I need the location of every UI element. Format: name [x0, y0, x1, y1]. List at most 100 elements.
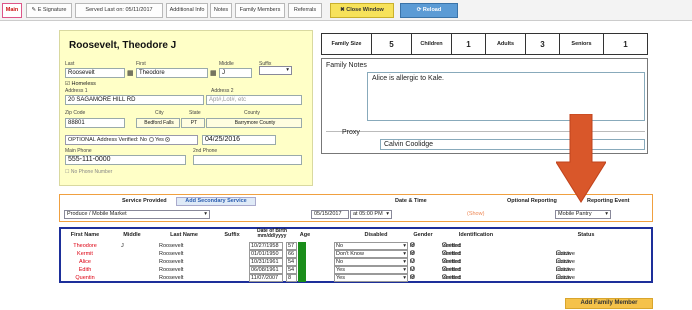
member-first-name[interactable]: Kermit [65, 250, 105, 258]
col-age: Age [299, 232, 311, 238]
member-disabled-select[interactable]: Yes ▾ [334, 266, 408, 274]
col-disabled: Disabled [364, 232, 388, 238]
member-age: 54 [286, 258, 297, 266]
col-suffix: Suffix [224, 232, 240, 238]
disabled-value: Yes [336, 275, 345, 281]
chevron-down-icon: ▾ [403, 267, 406, 273]
member-dob-input[interactable]: 10/31/1961 [249, 258, 283, 266]
middle-name-input[interactable]: J [219, 68, 252, 78]
tab-notes[interactable]: Notes [210, 3, 232, 18]
reload-button[interactable]: ⟳ Reload [400, 3, 458, 18]
col-dob: Date of Birth mm/dd/yyyy [257, 228, 287, 239]
homeless-checkbox[interactable]: ☑ Homeless [65, 81, 96, 87]
disabled-value: Don't Know [336, 251, 364, 257]
id-verified-label: Verified [442, 267, 461, 273]
status-inactive-label: Inactive [556, 259, 575, 265]
state-label: State [189, 110, 201, 116]
city-value: Bedford Falls [136, 118, 180, 128]
status-inactive-label: Inactive [556, 251, 575, 257]
age-indicator [298, 242, 306, 250]
disabled-value: No [336, 243, 344, 249]
seniors-value: 1 [623, 39, 628, 49]
table-row: TheodoreJRoosevelt10/27/195857No▾F MNeed… [61, 242, 651, 250]
add-family-member-button[interactable]: Add Family Member [565, 298, 653, 309]
member-dob-input[interactable]: 11/07/2007 [249, 274, 283, 282]
col-gender: Gender [413, 232, 433, 238]
member-last-name: Roosevelt [159, 275, 184, 281]
member-dob-input[interactable]: 06/08/1961 [249, 266, 283, 274]
service-provided-header: Service Provided [122, 198, 167, 204]
tab-esignature[interactable]: ✎ E Signature [26, 3, 72, 18]
tab-additional-info[interactable]: Additional Info [166, 3, 208, 18]
client-name: Roosevelt, Theodore J [69, 40, 177, 51]
id-card-icon-2[interactable]: ▦ [210, 69, 217, 77]
id-card-icon[interactable]: ▦ [127, 69, 134, 77]
address1-label: Address 1 [65, 88, 88, 94]
member-first-name[interactable]: Alice [65, 258, 105, 266]
reporting-event-select[interactable]: Mobile Pantry ▾ [555, 210, 611, 219]
member-first-name[interactable]: Edith [65, 266, 105, 274]
status-inactive-label: Inactive [556, 267, 575, 273]
tab-referrals[interactable]: Referrals [288, 3, 322, 18]
phone2-input[interactable] [193, 155, 302, 165]
member-disabled-select[interactable]: No ▾ [334, 258, 408, 266]
member-age: 54 [286, 266, 297, 274]
id-verified-label: Verified [442, 275, 461, 281]
verified-yes-radio[interactable] [165, 137, 171, 143]
date-time-header: Date & Time [395, 198, 427, 204]
red-arrow-annotation [556, 114, 606, 203]
arrow-shape [556, 114, 606, 203]
member-dob-input[interactable]: 01/01/1950 [249, 250, 283, 258]
member-first-name[interactable]: Theodore [65, 242, 105, 250]
family-members-table: First Name Middle Last Name Suffix Date … [59, 227, 653, 283]
family-size-bar: Family Size 5 Children 1 Adults 3 Senior… [321, 33, 648, 55]
state-value: PT [181, 118, 205, 128]
verified-no-radio[interactable] [148, 137, 154, 143]
middle-label: Middle [219, 61, 234, 67]
children-label: Children [412, 34, 452, 54]
first-name-input[interactable]: Theodore [136, 68, 208, 78]
service-select[interactable]: Produce / Mobile Market ▾ [64, 210, 210, 219]
member-disabled-select[interactable]: Don't Know ▾ [334, 250, 408, 258]
table-row: QuentinRoosevelt11/07/20078Yes▾F MNeeded… [61, 274, 651, 282]
verified-date-input[interactable]: 04/25/2016 [202, 135, 276, 145]
member-dob-input[interactable]: 10/27/1958 [249, 242, 283, 250]
member-disabled-select[interactable]: Yes ▾ [334, 274, 408, 282]
tab-family-members[interactable]: Family Members [235, 3, 285, 18]
chevron-down-icon: ▾ [403, 251, 406, 257]
add-secondary-service-button[interactable]: Add Secondary Service [176, 197, 256, 206]
tab-bar: Main ✎ E Signature Served Last on: 05/11… [0, 0, 692, 21]
member-first-name[interactable]: Quentin [65, 274, 105, 282]
address-verified-group: OPTIONAL Address Verified: No Yes [65, 135, 198, 145]
service-time-select[interactable]: at 05:00 PM ▾ [350, 210, 392, 219]
close-window-button[interactable]: ✖ Close Window [330, 3, 394, 18]
id-verified-label: Verified [442, 251, 461, 257]
age-indicator [298, 250, 306, 258]
tab-served-last[interactable]: Served Last on: 05/11/2017 [75, 3, 163, 18]
last-name-input[interactable]: Roosevelt [65, 68, 125, 78]
show-optional-link[interactable]: (Show) [467, 211, 484, 217]
last-label: Last [65, 61, 75, 67]
age-indicator [298, 274, 306, 282]
status-inactive-label: Inactive [556, 275, 575, 281]
chevron-down-icon: ▾ [403, 259, 406, 265]
tab-main[interactable]: Main [2, 3, 22, 18]
member-disabled-select[interactable]: No ▾ [334, 242, 408, 250]
chevron-down-icon: ▾ [403, 243, 406, 249]
gender-m-label: M [410, 243, 415, 249]
disabled-value: No [336, 259, 344, 265]
first-label: First [136, 61, 146, 67]
client-panel: Roosevelt, Theodore J Last First Middle … [59, 30, 313, 186]
no-phone-checkbox[interactable]: ☐ No Phone Number [65, 169, 112, 175]
service-date-input[interactable]: 05/15/2017 [311, 210, 349, 219]
zip-input[interactable]: 88801 [65, 118, 125, 128]
suffix-select[interactable]: ▾ [259, 66, 292, 75]
id-verified-label: Verified [442, 259, 461, 265]
main-phone-input[interactable]: 555-111-0000 [65, 155, 186, 165]
disabled-value: Yes [336, 267, 345, 273]
address1-input[interactable]: 20 SAGAMORE HILL RD [65, 95, 204, 105]
gender-m-label: M [410, 275, 415, 281]
address2-input[interactable]: Apt#,Lot#, etc [206, 95, 302, 105]
adults-value: 3 [526, 34, 560, 54]
chevron-down-icon: ▾ [386, 211, 389, 217]
